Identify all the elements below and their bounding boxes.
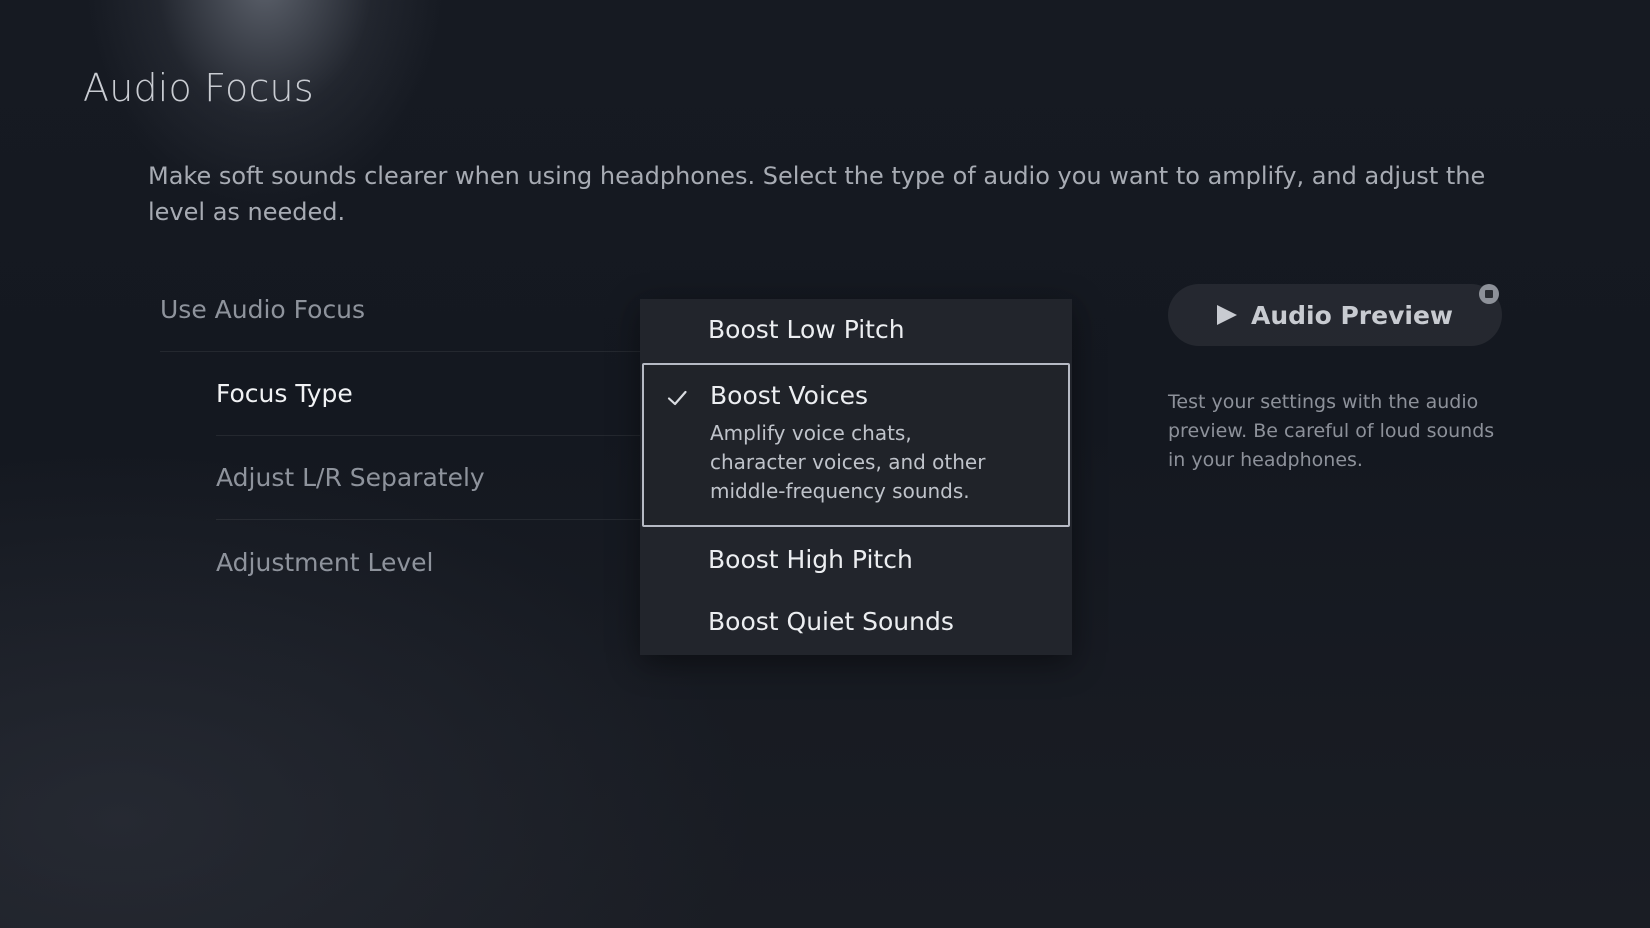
page-title: Audio Focus bbox=[83, 66, 314, 110]
option-boost-voices[interactable]: Boost Voices Amplify voice chats, charac… bbox=[642, 363, 1070, 527]
audio-preview-button[interactable]: Audio Preview bbox=[1168, 284, 1502, 346]
setting-adjust-lr-separately[interactable]: Adjust L/R Separately bbox=[216, 436, 640, 520]
option-label: Boost Voices bbox=[710, 381, 869, 410]
option-label: Boost High Pitch bbox=[708, 545, 913, 574]
setting-label: Adjustment Level bbox=[216, 547, 434, 577]
play-icon bbox=[1216, 305, 1237, 325]
setting-use-audio-focus[interactable]: Use Audio Focus bbox=[160, 268, 640, 352]
focus-type-dropdown: Boost Low Pitch Boost Voices Amplify voi… bbox=[640, 299, 1072, 655]
setting-label: Adjust L/R Separately bbox=[216, 463, 485, 492]
option-boost-quiet-sounds[interactable]: Boost Quiet Sounds bbox=[640, 591, 1072, 653]
setting-focus-type[interactable]: Focus Type bbox=[216, 352, 640, 436]
option-description: Amplify voice chats, character voices, a… bbox=[710, 421, 986, 503]
page-description: Make soft sounds clearer when using head… bbox=[148, 162, 1486, 226]
audio-preview-description: Test your settings with the audio previe… bbox=[1168, 391, 1495, 471]
checkmark-icon bbox=[667, 390, 687, 406]
setting-adjustment-level[interactable]: Adjustment Level bbox=[216, 520, 640, 604]
audio-preview-label: Audio Preview bbox=[1250, 300, 1453, 330]
option-boost-high-pitch[interactable]: Boost High Pitch bbox=[640, 529, 1072, 591]
settings-list: Use Audio Focus Focus Type Adjust L/R Se… bbox=[160, 268, 640, 604]
option-label: Boost Quiet Sounds bbox=[708, 607, 954, 636]
option-boost-low-pitch[interactable]: Boost Low Pitch bbox=[640, 299, 1072, 361]
option-label: Boost Low Pitch bbox=[708, 315, 905, 344]
setting-label: Focus Type bbox=[216, 379, 353, 408]
stop-icon bbox=[1479, 284, 1499, 304]
setting-label: Use Audio Focus bbox=[160, 295, 366, 324]
